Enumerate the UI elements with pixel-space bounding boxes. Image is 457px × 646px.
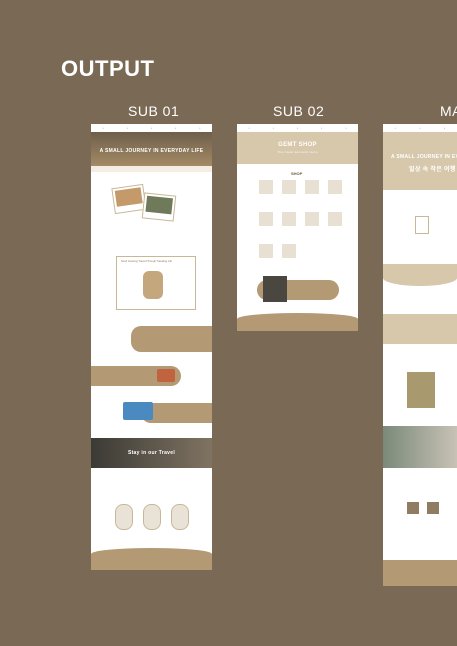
main-photo-banner — [383, 426, 457, 468]
sub01-video-banner[interactable]: Stay in our Travel — [91, 438, 212, 468]
sub01-video-title: Stay in our Travel — [127, 450, 176, 456]
product-thumb[interactable] — [282, 244, 296, 258]
main-thumb — [407, 502, 419, 514]
sub01-hero-title: A SMALL JOURNEY IN EVERYDAY LIFE — [99, 148, 204, 154]
page-heading: OUTPUT — [61, 56, 155, 81]
label-main: MA — [440, 103, 457, 119]
main-mockup: ••• A SMALL JOURNEY IN EVERYDAY 일상 속 작은 … — [383, 124, 457, 586]
sub01-mockup: • • • • • A SMALL JOURNEY IN EVERYDAY LIFE S… — [91, 124, 212, 570]
sub01-nav: • • • • • — [91, 124, 212, 132]
sub01-greeting-card: Send Greeting Travel Through Traveling L… — [116, 256, 196, 310]
sub02-nav: • • • • • — [237, 124, 358, 132]
sub01-window-3 — [171, 504, 189, 530]
product-thumb[interactable] — [305, 180, 319, 194]
product-thumb[interactable] — [328, 180, 342, 194]
product-thumb[interactable] — [282, 212, 296, 226]
main-footer — [383, 560, 457, 586]
main-band — [383, 314, 457, 344]
sub02-section: SHOP — [291, 171, 303, 176]
sub02-footer — [237, 313, 358, 331]
sub01-window-2 — [143, 504, 161, 530]
label-sub01: SUB 01 — [128, 103, 180, 119]
sub02-mockup: • • • • • GEMT SHOP The travel souvenir stor… — [237, 124, 358, 331]
main-cloud-band — [383, 264, 457, 286]
sub01-postcard-1 — [111, 183, 147, 215]
sub01-section-title: Send Greeting Travel Through Traveling L… — [121, 260, 172, 263]
product-thumb[interactable] — [259, 212, 273, 226]
main-thumb — [427, 502, 439, 514]
product-thumb[interactable] — [259, 244, 273, 258]
product-thumb[interactable] — [259, 180, 273, 194]
main-green-card — [407, 372, 435, 408]
sub02-hero: GEMT SHOP The travel souvenir store — [237, 132, 358, 164]
sub01-hero: A SMALL JOURNEY IN EVERYDAY LIFE — [91, 132, 212, 166]
label-sub02: SUB 02 — [273, 103, 325, 119]
product-thumb[interactable] — [305, 212, 319, 226]
sub01-photo-stack — [123, 402, 153, 420]
sub01-postcard-2 — [141, 192, 177, 222]
main-nav: • • • — [383, 124, 457, 132]
sub02-hero-sub: The travel souvenir store — [277, 150, 318, 154]
main-card — [415, 216, 429, 234]
sub01-window-1 — [115, 504, 133, 530]
main-hero: A SMALL JOURNEY IN EVERYDAY 일상 속 작은 여행 — [383, 132, 457, 190]
sub02-promo-photo — [263, 276, 287, 302]
main-hero-title: A SMALL JOURNEY IN EVERYDAY — [391, 154, 457, 160]
sub01-marquee — [91, 166, 212, 172]
product-thumb[interactable] — [282, 180, 296, 194]
main-hero-sub: 일상 속 작은 여행 — [409, 167, 456, 173]
sub02-hero-title: GEMT SHOP — [278, 142, 317, 148]
product-thumb[interactable] — [328, 212, 342, 226]
sub01-footer — [91, 548, 212, 570]
sub01-band-1 — [131, 326, 212, 352]
camera-icon — [157, 369, 175, 382]
